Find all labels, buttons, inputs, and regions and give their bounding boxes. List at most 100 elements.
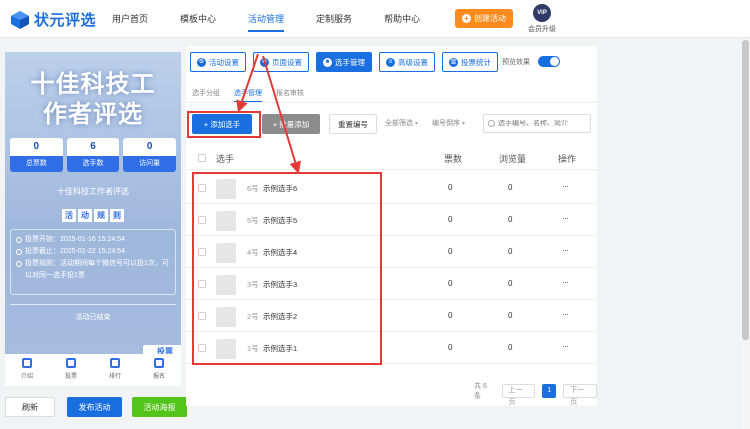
reset-number-button[interactable]: 重置编号 bbox=[329, 114, 377, 134]
header-ops: 操作 bbox=[558, 154, 577, 164]
select-all-checkbox[interactable] bbox=[198, 154, 206, 162]
tab-ranking[interactable]: 排行 bbox=[100, 358, 130, 386]
stat-value: 0 bbox=[146, 141, 153, 152]
more-icon[interactable]: ··· bbox=[562, 341, 569, 351]
rule-text: 投票截止：2025-01-22 15:24:54 bbox=[25, 248, 125, 255]
top-bar: 状元评选 用户首页 模板中心 活动管理 定制服务 帮助中心 + 创建活动 VIP… bbox=[0, 0, 750, 38]
more-icon[interactable]: ··· bbox=[562, 277, 569, 287]
activity-ended-text: 活动已结束 bbox=[75, 314, 111, 321]
users-icon: ☻ bbox=[323, 57, 332, 67]
activity-settings-button[interactable]: ⚙ 活动设置 bbox=[190, 52, 246, 72]
batch-add-button[interactable]: + 批量添加 bbox=[262, 114, 320, 134]
page-settings-button[interactable]: ⚙ 页面设置 bbox=[253, 52, 309, 72]
tab-vote[interactable]: 投票 bbox=[56, 358, 86, 386]
subtab-contestants[interactable]: 选手管理 bbox=[234, 88, 262, 103]
preview-switch[interactable] bbox=[538, 56, 560, 67]
chart-icon: ▥ bbox=[449, 57, 458, 67]
tool-label: 活动设置 bbox=[209, 57, 239, 67]
preview-divider bbox=[10, 304, 176, 305]
nav-help[interactable]: 帮助中心 bbox=[384, 0, 420, 38]
header-contestant: 选手 bbox=[216, 154, 235, 164]
brand-name: 状元评选 bbox=[34, 12, 97, 29]
rule-start: 投票开始：2025-01-16 15:24:54 bbox=[16, 234, 170, 246]
bar-chart-icon bbox=[110, 358, 120, 368]
next-page-button[interactable]: 下一页 bbox=[563, 384, 597, 406]
stat-label: 选手数 bbox=[66, 156, 120, 172]
sliders-icon: ≡ bbox=[386, 57, 395, 67]
rule-text: 投票开始：2025-01-16 15:24:54 bbox=[25, 236, 125, 243]
preview-effect-toggle: 预览效果 bbox=[502, 56, 560, 67]
nav-custom-service[interactable]: 定制服务 bbox=[316, 0, 352, 38]
info-icon bbox=[16, 261, 22, 267]
search-input[interactable] bbox=[498, 120, 588, 127]
header-views: 浏览量 bbox=[499, 154, 527, 164]
group-filter-select[interactable]: 全部筛选 ▾ bbox=[385, 118, 418, 128]
rules-char: 动 bbox=[78, 209, 92, 222]
vote-count: 0 bbox=[448, 215, 453, 224]
vote-count: 0 bbox=[448, 311, 453, 320]
sort-select[interactable]: 编号倒序 ▾ bbox=[432, 118, 465, 128]
preview-title: 十佳科技工 作者评选 bbox=[5, 70, 181, 130]
subtab-groups[interactable]: 选手分组 bbox=[192, 88, 220, 98]
preview-title-line2: 作者评选 bbox=[43, 101, 143, 128]
table-header: 选手 票数 浏览量 操作 bbox=[186, 146, 597, 170]
rule-text: 投票规则：活动期间每个微信号可以投1次，可以对同一选手投1票 bbox=[25, 260, 169, 279]
tab-label: 报名 bbox=[152, 374, 165, 380]
vip-badge-icon: VIP bbox=[533, 4, 551, 22]
bottom-buttons: 刷新 发布活动 活动海报 bbox=[5, 397, 187, 417]
contestant-management-button[interactable]: ☻ 选手管理 bbox=[316, 52, 372, 72]
vip-label: 会员升级 bbox=[528, 26, 556, 33]
stat-value: 6 bbox=[90, 141, 96, 152]
prev-page-button[interactable]: 上一页 bbox=[501, 384, 536, 406]
filter-value: 全部筛选 bbox=[385, 120, 413, 127]
pagination: 共 6 条 上一页 1 下一页 bbox=[474, 381, 597, 406]
preview-title-line1: 十佳科技工 bbox=[30, 71, 156, 98]
poster-button[interactable]: 活动海报 bbox=[132, 397, 187, 417]
view-count: 0 bbox=[508, 343, 513, 352]
nav-home[interactable]: 用户首页 bbox=[112, 0, 148, 38]
vote-stats-button[interactable]: ▥ 投票统计 bbox=[442, 52, 498, 72]
advanced-settings-button[interactable]: ≡ 高级设置 bbox=[379, 52, 435, 72]
tool-label: 页面设置 bbox=[272, 57, 302, 67]
more-icon[interactable]: ··· bbox=[562, 309, 569, 319]
rules-box: 投票开始：2025-01-16 15:24:54 投票截止：2025-01-22… bbox=[10, 229, 176, 295]
tab-signup[interactable]: 报名 bbox=[144, 358, 174, 386]
plus-icon: + bbox=[462, 14, 471, 23]
stat-total-votes: 0 总票数 bbox=[10, 138, 63, 172]
gear-icon: ⚙ bbox=[260, 57, 269, 67]
view-count: 0 bbox=[508, 247, 513, 256]
gear-icon: ⚙ bbox=[197, 57, 206, 67]
rules-char: 则 bbox=[110, 209, 124, 222]
more-icon[interactable]: ··· bbox=[562, 245, 569, 255]
settings-toolbar: ⚙ 活动设置 ⚙ 页面设置 ☻ 选手管理 ≡ 高级设置 ▥ 投票统计 bbox=[190, 52, 498, 72]
stat-contestants: 6 选手数 bbox=[66, 138, 120, 172]
create-activity-label: 创建活动 bbox=[474, 14, 506, 23]
refresh-button[interactable]: 刷新 bbox=[5, 397, 55, 417]
page-number[interactable]: 1 bbox=[542, 384, 557, 398]
vip-upgrade[interactable]: VIP 会员升级 bbox=[525, 4, 559, 34]
more-icon[interactable]: ··· bbox=[562, 213, 569, 223]
create-activity-button[interactable]: + 创建活动 bbox=[455, 9, 513, 28]
document-icon bbox=[22, 358, 32, 368]
rule-vote: 投票规则：活动期间每个微信号可以投1次，可以对同一选手投1票 bbox=[16, 258, 170, 282]
page-scrollbar[interactable] bbox=[741, 38, 750, 429]
main-nav: 用户首页 模板中心 活动管理 定制服务 帮助中心 bbox=[112, 0, 420, 38]
nav-activity-management[interactable]: 活动管理 bbox=[248, 0, 285, 38]
contestant-search[interactable] bbox=[483, 114, 591, 133]
view-count: 0 bbox=[508, 215, 513, 224]
tool-label: 高级设置 bbox=[398, 57, 428, 67]
publish-button[interactable]: 发布活动 bbox=[67, 397, 122, 417]
brand-logo[interactable]: 状元评选 bbox=[10, 9, 96, 30]
scrollbar-thumb[interactable] bbox=[742, 40, 749, 340]
rules-char: 规 bbox=[94, 209, 108, 222]
subtab-signup-review[interactable]: 报名审核 bbox=[276, 88, 304, 98]
more-icon[interactable]: ··· bbox=[562, 181, 569, 191]
flag-icon bbox=[66, 358, 76, 368]
total-count: 共 6 条 bbox=[474, 383, 487, 400]
search-icon bbox=[488, 120, 495, 127]
nav-templates[interactable]: 模板中心 bbox=[180, 0, 216, 38]
sub-tabs: 选手分组 选手管理 报名审核 bbox=[192, 88, 304, 103]
preview-toggle-label: 预览效果 bbox=[502, 58, 530, 66]
stat-visits: 0 访问量 bbox=[123, 138, 177, 172]
tab-intro[interactable]: 介绍 bbox=[12, 358, 42, 386]
